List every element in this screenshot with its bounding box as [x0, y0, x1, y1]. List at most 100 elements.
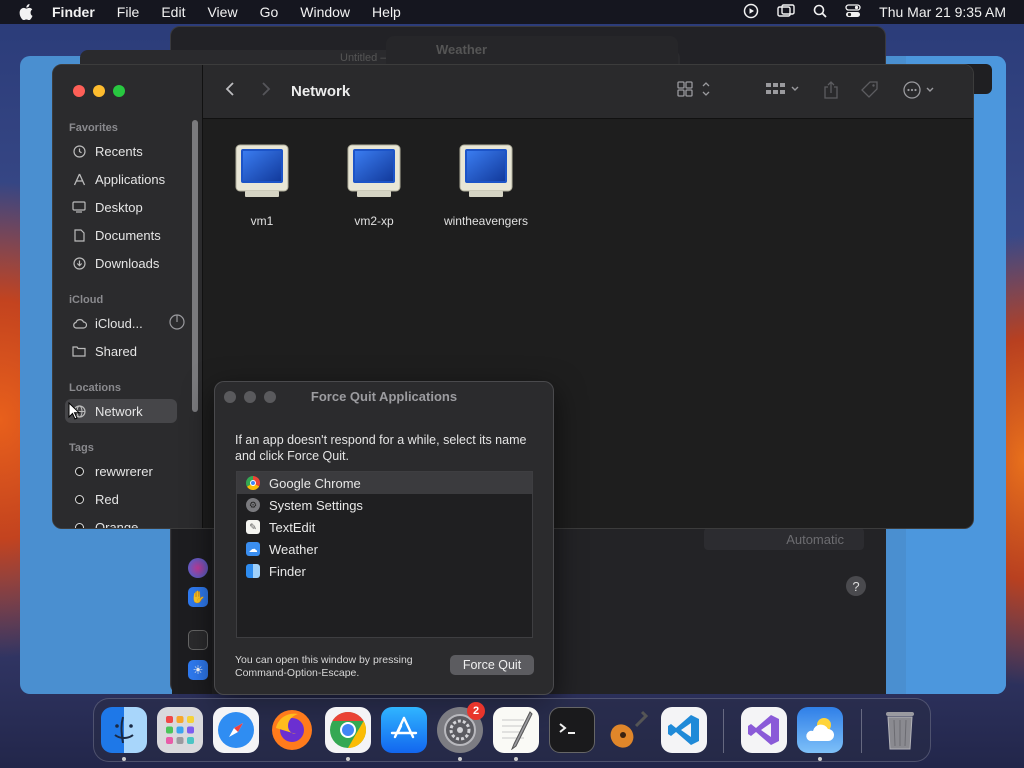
dock-visual-studio[interactable]: [741, 707, 787, 753]
sidebar-tag-rewwrerer[interactable]: rewwrerer: [65, 459, 177, 483]
minimize-window-button[interactable]: [93, 85, 105, 97]
menu-help[interactable]: Help: [372, 4, 401, 20]
dock-textedit[interactable]: [493, 707, 539, 753]
chrome-icon: [246, 476, 260, 490]
shared-folder-icon: [71, 343, 87, 359]
finder-icon: [246, 564, 260, 578]
siri-icon[interactable]: [188, 558, 208, 578]
finder-toolbar: Network: [203, 65, 973, 119]
control-center-icon[interactable]: [845, 3, 861, 21]
app-store-icon: [390, 716, 418, 739]
dock-app-store[interactable]: [381, 707, 427, 753]
dock-firefox[interactable]: [269, 707, 315, 753]
apple-menu-icon[interactable]: [0, 4, 52, 20]
display-icon[interactable]: [188, 630, 208, 650]
dialog-titlebar[interactable]: Force Quit Applications: [215, 382, 553, 410]
sidebar-item-network[interactable]: Network: [65, 399, 177, 423]
visual-studio-icon: [748, 715, 779, 745]
help-button[interactable]: ?: [846, 576, 866, 596]
view-mode-button[interactable]: [677, 81, 711, 101]
download-icon: [71, 255, 87, 271]
app-list-item-system-settings[interactable]: ⚙ System Settings: [237, 494, 532, 516]
screen-mirroring-icon[interactable]: [777, 3, 795, 21]
dock-safari[interactable]: [213, 707, 259, 753]
share-icon[interactable]: [823, 81, 839, 103]
network-item-label: vm2-xp: [354, 214, 394, 228]
spotlight-search-icon[interactable]: [813, 4, 827, 21]
vscode-icon: [668, 715, 699, 745]
sidebar-item-icloud-drive[interactable]: iCloud...: [65, 311, 189, 335]
network-item-label: vm1: [250, 214, 274, 228]
mouse-cursor-icon: [68, 401, 81, 425]
app-list-item-label: System Settings: [269, 497, 363, 513]
back-button[interactable]: [225, 81, 235, 101]
menu-window[interactable]: Window: [300, 4, 350, 20]
dialog-footer-hint: You can open this window by pressing Com…: [235, 654, 413, 679]
network-item-vm2-xp[interactable]: vm2-xp: [319, 143, 429, 228]
sidebar-item-recents[interactable]: Recents: [65, 139, 177, 163]
sidebar-item-label: Desktop: [95, 199, 143, 215]
dock-weather[interactable]: [797, 707, 843, 753]
dock-visual-studio-code[interactable]: [661, 707, 707, 753]
app-list[interactable]: Google Chrome ⚙ System Settings ✎ TextEd…: [236, 471, 533, 638]
force-quit-button[interactable]: Force Quit: [450, 655, 534, 675]
sidebar-scrollbar[interactable]: [192, 120, 198, 412]
dock-finder[interactable]: [101, 707, 147, 753]
forward-button[interactable]: [261, 81, 271, 101]
guitar-icon: [610, 710, 649, 748]
dock-launchpad[interactable]: [157, 707, 203, 753]
sidebar-tag-red[interactable]: Red: [65, 487, 177, 511]
network-item-wintheavengers[interactable]: wintheavengers: [431, 143, 541, 228]
running-indicator: [458, 757, 462, 761]
textedit-icon: [502, 711, 533, 750]
app-list-item-finder[interactable]: Finder: [237, 560, 532, 582]
launchpad-icon: [166, 716, 194, 744]
trash-icon: [886, 712, 914, 750]
menu-go[interactable]: Go: [260, 4, 279, 20]
appearance-select-value: Automatic: [786, 531, 844, 547]
dock-google-chrome[interactable]: [325, 707, 371, 753]
dock-trash[interactable]: [877, 707, 923, 753]
window-title: Network: [291, 83, 351, 100]
app-list-item-google-chrome[interactable]: Google Chrome: [237, 472, 532, 494]
network-computer-icon: [345, 143, 403, 206]
appearance-select[interactable]: Automatic: [704, 528, 864, 550]
menu-file[interactable]: File: [117, 4, 140, 20]
finder-sidebar: Favorites Recents Applications Desktop D…: [53, 65, 203, 528]
brightness-icon[interactable]: ☀: [188, 660, 208, 680]
menu-view[interactable]: View: [207, 4, 237, 20]
sidebar-item-label: Applications: [95, 171, 166, 187]
privacy-hand-icon[interactable]: ✋: [188, 587, 208, 607]
tag-icon[interactable]: [861, 81, 879, 103]
more-actions-icon[interactable]: [903, 81, 937, 103]
cloud-icon: [71, 315, 87, 331]
group-by-button[interactable]: [765, 81, 801, 101]
running-indicator: [346, 757, 350, 761]
safari-compass-icon: [218, 712, 254, 748]
sidebar-item-shared[interactable]: Shared: [65, 339, 177, 363]
close-window-button[interactable]: [73, 85, 85, 97]
menu-edit[interactable]: Edit: [161, 4, 185, 20]
menu-clock[interactable]: Thu Mar 21 9:35 AM: [879, 4, 1006, 20]
sidebar-item-label: Red: [95, 491, 119, 507]
force-quit-dialog: Force Quit Applications If an app doesn'…: [214, 381, 554, 695]
sidebar-item-documents[interactable]: Documents: [65, 223, 177, 247]
app-list-item-textedit[interactable]: ✎ TextEdit: [237, 516, 532, 538]
sidebar-item-applications[interactable]: Applications: [65, 167, 177, 191]
desktop-icon: [71, 199, 87, 215]
sidebar-item-desktop[interactable]: Desktop: [65, 195, 177, 219]
zoom-window-button[interactable]: [113, 85, 125, 97]
sidebar-tag-orange[interactable]: Orange: [65, 515, 177, 528]
screen-recording-icon[interactable]: [743, 3, 759, 22]
sidebar-item-label: Recents: [95, 143, 143, 159]
dock: [93, 698, 931, 762]
app-list-item-weather[interactable]: ☁ Weather: [237, 538, 532, 560]
terminal-icon: [559, 723, 575, 734]
sidebar-item-label: Shared: [95, 343, 137, 359]
network-item-vm1[interactable]: vm1: [207, 143, 317, 228]
dock-terminal[interactable]: [549, 707, 595, 753]
dock-garageband[interactable]: [605, 707, 651, 753]
sidebar-item-downloads[interactable]: Downloads: [65, 251, 177, 275]
menu-app-name[interactable]: Finder: [52, 4, 95, 20]
running-indicator: [818, 757, 822, 761]
